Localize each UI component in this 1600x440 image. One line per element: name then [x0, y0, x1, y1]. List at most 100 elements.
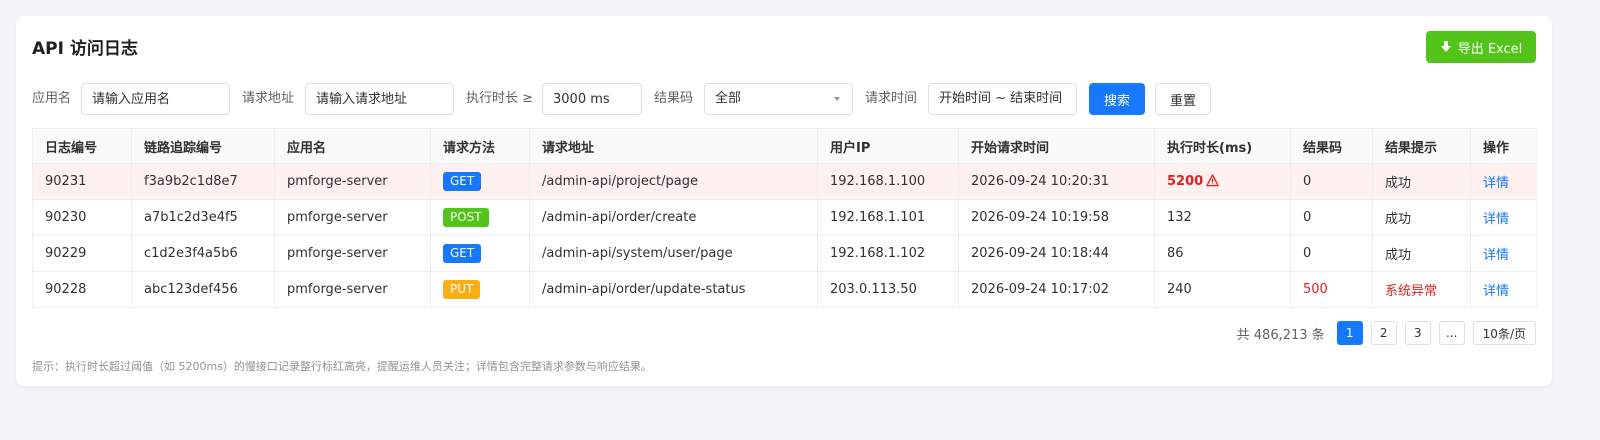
- result-code-label: 结果码: [654, 91, 694, 106]
- page-button[interactable]: 3: [1404, 321, 1431, 345]
- column-header: 开始请求时间: [958, 128, 1155, 164]
- start-time-cell-wrap: 2026-09-24 10:19:58: [958, 199, 1155, 236]
- page-button[interactable]: 1: [1336, 321, 1363, 345]
- duration-input[interactable]: [542, 83, 642, 115]
- user-ip-cell-wrap: 203.0.113.50: [817, 271, 959, 308]
- start-time-cell: 2026-09-24 10:19:58: [971, 210, 1110, 225]
- page-ellipsis[interactable]: ...: [1438, 321, 1465, 345]
- app-input[interactable]: [81, 83, 230, 115]
- app-name-cell: pmforge-server: [287, 246, 388, 261]
- trace-id-cell: a7b1c2d3e4f5: [144, 210, 238, 225]
- method-cell: GET: [443, 172, 482, 191]
- log-id-cell: 90228: [45, 282, 87, 297]
- user-ip-cell-wrap: 192.168.1.102: [817, 235, 959, 272]
- table-row: 90230 a7b1c2d3e4f5 pmforge-server POST/admi…: [32, 199, 1537, 236]
- search-button[interactable]: 搜索: [1089, 83, 1145, 115]
- method-cell: GET: [443, 244, 482, 263]
- column-header: 应用名: [274, 128, 431, 164]
- result-code-select[interactable]: 全部: [704, 83, 853, 115]
- method-cell-wrap: POST: [430, 199, 530, 236]
- user-ip-cell-wrap: 192.168.1.100: [817, 163, 959, 200]
- log-id-cell: 90231: [45, 174, 87, 189]
- app-label: 应用名: [32, 91, 72, 106]
- detail-link[interactable]: 详情: [1483, 212, 1509, 227]
- start-time-cell: 2026-09-24 10:17:02: [971, 282, 1110, 297]
- start-time-cell-wrap: 2026-09-24 10:20:31: [958, 163, 1155, 200]
- detail-link[interactable]: 详情: [1483, 284, 1509, 299]
- method-cell-wrap: GET: [430, 235, 530, 272]
- result-message-cell-wrap: 系统异常: [1372, 271, 1471, 308]
- url-cell: /admin-api/system/user/page: [542, 246, 733, 261]
- start-time-cell: 2026-09-24 10:18:44: [971, 246, 1110, 261]
- duration-cell: 86: [1167, 246, 1184, 261]
- request-time-range[interactable]: 开始时间 ~ 结束时间: [928, 83, 1077, 115]
- table-body: 90231 f3a9b2c1d8e7 pmforge-server GET/admin…: [32, 163, 1537, 308]
- url-input[interactable]: [305, 83, 454, 115]
- total-count: 共 486,213 条: [1236, 327, 1325, 343]
- table-row: 90229 c1d2e3f4a5b6 pmforge-server GET/admin…: [32, 235, 1537, 272]
- download-icon: [1440, 41, 1451, 52]
- result-message-cell: 成功: [1385, 212, 1412, 227]
- log-id-cell-wrap: 90228: [32, 271, 132, 308]
- app-name-cell-wrap: pmforge-server: [274, 235, 431, 272]
- column-header: 用户IP: [817, 128, 959, 164]
- user-ip-cell: 203.0.113.50: [830, 282, 917, 297]
- detail-link-wrap: 详情: [1470, 199, 1537, 236]
- app-name-cell: pmforge-server: [287, 174, 388, 189]
- export-label: 导出 Excel: [1457, 41, 1523, 57]
- detail-link[interactable]: 详情: [1483, 248, 1509, 263]
- duration-label: 执行时长 ≥: [466, 91, 534, 106]
- result-code-cell: 0: [1303, 246, 1312, 261]
- page-size-select[interactable]: 10条/页: [1472, 321, 1536, 345]
- column-header: 请求方法: [430, 128, 530, 164]
- detail-link-wrap: 详情: [1470, 271, 1537, 308]
- hint-text: 提示：执行时长超过阈值（如 5200ms）的慢接口记录整行标红高亮，提醒运维人员…: [32, 360, 652, 373]
- result-code-cell-wrap: 0: [1290, 235, 1373, 272]
- user-ip-cell: 192.168.1.101: [830, 210, 926, 225]
- table-header-row: 日志编号 链路追踪编号 应用名 请求方法 请求地址 用户IP 开始请求时间 执行时长(ms) 结…: [32, 128, 1537, 164]
- user-ip-cell: 192.168.1.102: [830, 246, 926, 261]
- result-message-cell-wrap: 成功: [1372, 163, 1471, 200]
- filter-bar: 应用名 请求地址 执行时长 ≥ 结果码 全部 请求时间 开始时间 ~ 结束时间 …: [32, 83, 1542, 115]
- result-message-cell-wrap: 成功: [1372, 199, 1471, 236]
- trace-id-cell: f3a9b2c1d8e7: [144, 174, 238, 189]
- detail-link-wrap: 详情: [1470, 235, 1537, 272]
- export-excel-button[interactable]: 导出 Excel: [1426, 31, 1536, 63]
- trace-id-cell: c1d2e3f4a5b6: [144, 246, 238, 261]
- log-id-cell: 90230: [45, 210, 87, 225]
- method-cell: POST: [443, 208, 489, 227]
- url-cell-wrap: /admin-api/order/update-status: [529, 271, 818, 308]
- log-id-cell-wrap: 90230: [32, 199, 132, 236]
- method-cell-wrap: GET: [430, 163, 530, 200]
- duration-cell-wrap: 86: [1154, 235, 1291, 272]
- trace-id-cell-wrap: abc123def456: [131, 271, 275, 308]
- url-cell: /admin-api/project/page: [542, 174, 698, 189]
- url-cell-wrap: /admin-api/project/page: [529, 163, 818, 200]
- duration-cell-wrap: 240: [1154, 271, 1291, 308]
- column-header: 结果提示: [1372, 128, 1471, 164]
- log-card: API 访问日志 导出 Excel 应用名 请求地址 执行时长 ≥ 结果码 全部…: [16, 16, 1552, 386]
- result-message-cell: 成功: [1385, 176, 1412, 191]
- result-code-cell-wrap: 500: [1290, 271, 1373, 308]
- page-button[interactable]: 2: [1370, 321, 1397, 345]
- table-row: 90228 abc123def456 pmforge-server PUT/admin…: [32, 271, 1537, 308]
- url-cell: /admin-api/order/create: [542, 210, 697, 225]
- reset-button[interactable]: 重置: [1155, 83, 1211, 115]
- detail-link[interactable]: 详情: [1483, 176, 1509, 191]
- result-message-cell: 成功: [1385, 248, 1412, 263]
- table-row: 90231 f3a9b2c1d8e7 pmforge-server GET/admin…: [32, 163, 1537, 200]
- log-id-cell: 90229: [45, 246, 87, 261]
- result-code-cell-wrap: 0: [1290, 163, 1373, 200]
- pagination: 共 486,213 条 1 2 3... 10条/页: [1237, 321, 1536, 345]
- column-header: 链路追踪编号: [131, 128, 275, 164]
- duration-cell: 5200: [1167, 174, 1204, 189]
- start-time-cell-wrap: 2026-09-24 10:17:02: [958, 271, 1155, 308]
- caret-down-icon: [834, 97, 840, 101]
- page-title: API 访问日志: [32, 39, 138, 59]
- app-name-cell-wrap: pmforge-server: [274, 199, 431, 236]
- log-id-cell-wrap: 90229: [32, 235, 132, 272]
- detail-link-wrap: 详情: [1470, 163, 1537, 200]
- url-cell-wrap: /admin-api/order/create: [529, 199, 818, 236]
- result-code-cell-wrap: 0: [1290, 199, 1373, 236]
- log-id-cell-wrap: 90231: [32, 163, 132, 200]
